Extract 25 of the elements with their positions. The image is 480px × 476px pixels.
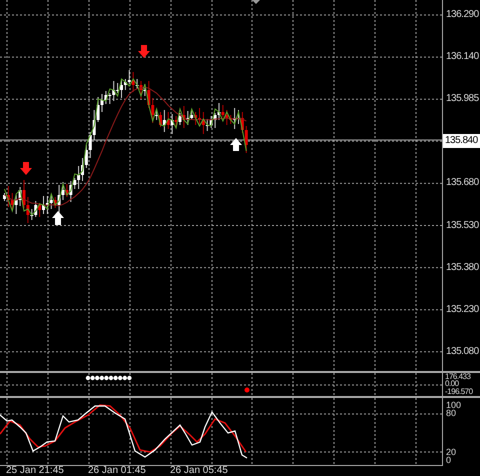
down-arrow-icon: [138, 45, 150, 58]
stochastic-label: 80: [446, 408, 456, 418]
up-arrow-icon: [52, 211, 64, 225]
indicator-label: 0.00: [445, 380, 459, 388]
price-label: 135.230: [446, 304, 479, 315]
indicator-label: -196.570: [445, 388, 473, 396]
price-label: 135.680: [446, 178, 479, 188]
time-label: 26 Jan 01:45: [88, 465, 146, 476]
time-label: 26 Jan 05:45: [170, 465, 228, 476]
indicator-label: 176.433: [445, 372, 470, 381]
down-arrow-icon: [20, 162, 32, 175]
stochastic-label: 0: [446, 456, 452, 465]
price-label: 135.530: [446, 220, 479, 230]
price-label: 135.080: [446, 346, 479, 357]
signal-dots-drawing: [86, 376, 132, 380]
price-label: 136.290: [446, 10, 479, 20]
stochastic-label: 100: [446, 400, 462, 410]
price-label: 135.380: [446, 262, 479, 273]
stochastic-label: 20: [446, 448, 456, 457]
signal-dot-icon: [244, 387, 250, 392]
price-label: 135.985: [446, 94, 479, 104]
up-arrow-icon: [230, 138, 242, 151]
time-label: 25 Jan 21:45: [6, 465, 64, 476]
current-price-label: 135.840: [443, 134, 480, 148]
price-label: 136.140: [446, 52, 479, 62]
